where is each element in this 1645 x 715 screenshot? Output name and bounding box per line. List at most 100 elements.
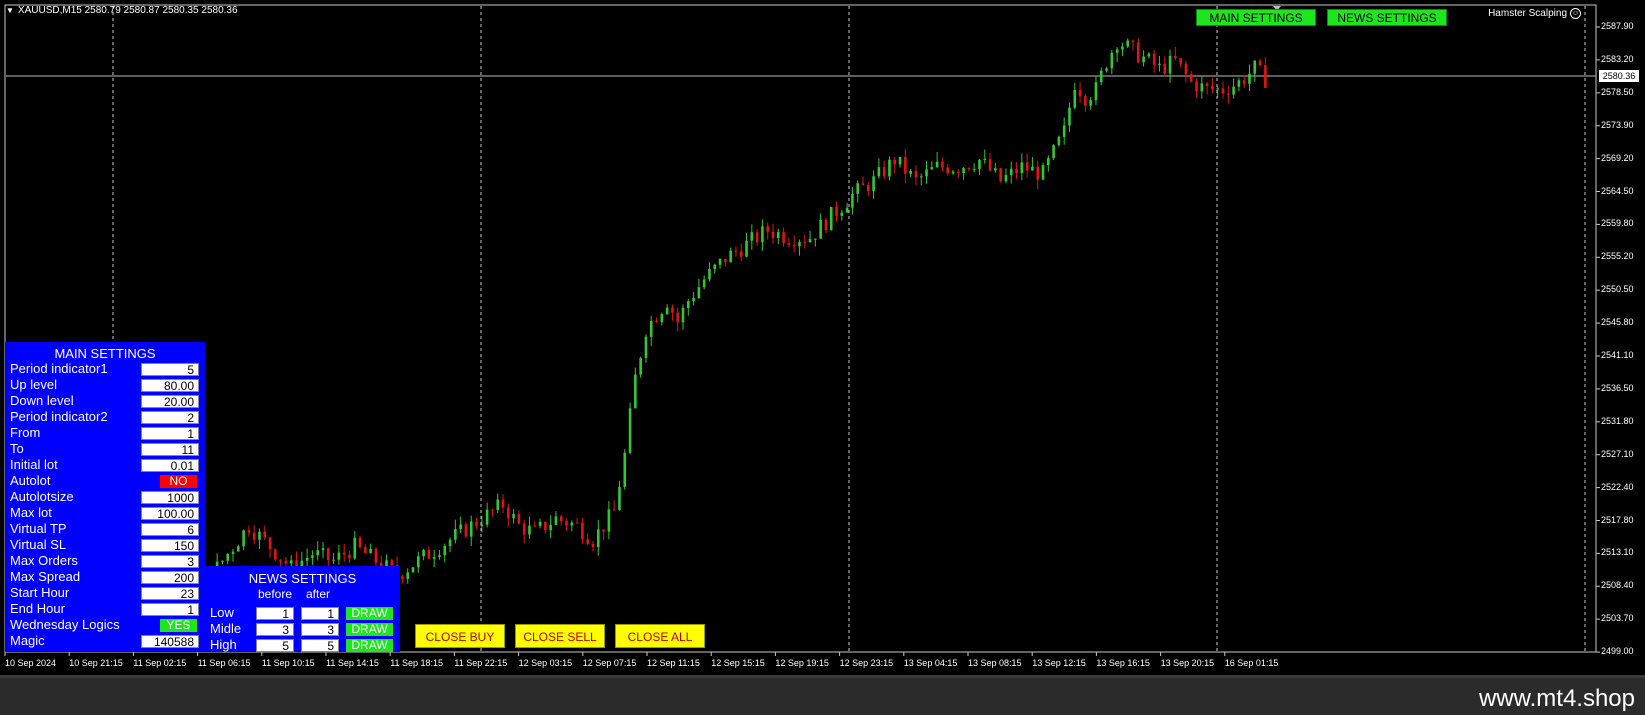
bull-candle xyxy=(221,560,224,562)
bear-candle xyxy=(342,552,346,555)
bear-candle xyxy=(348,554,351,559)
bull-candle xyxy=(808,239,812,242)
indicator-settings-icon[interactable]: ☺ xyxy=(1570,8,1581,19)
bull-candle xyxy=(962,168,965,174)
bull-candle xyxy=(702,279,706,288)
bear-candle xyxy=(602,529,605,532)
bear-candle xyxy=(1242,80,1246,84)
bear-candle xyxy=(581,522,584,540)
setting-value-input[interactable]: 6 xyxy=(141,523,199,537)
bull-candle xyxy=(1248,73,1251,84)
news-col-before-header: before xyxy=(258,587,293,601)
news-before-input[interactable]: 1 xyxy=(256,607,294,621)
price-tick-label: 2499.00 xyxy=(1601,646,1634,657)
setting-value-input[interactable]: 80.00 xyxy=(141,379,199,393)
bear-candle xyxy=(374,548,378,563)
news-before-input[interactable]: 3 xyxy=(256,623,294,637)
setting-value-input[interactable]: 5 xyxy=(141,363,199,377)
setting-value-input[interactable]: 1 xyxy=(141,603,199,617)
main-settings-title: MAIN SETTINGS xyxy=(54,346,156,361)
chart-menu-triangle-icon[interactable]: ▼ xyxy=(6,6,14,15)
bull-candle xyxy=(512,514,515,519)
time-tick-label: 11 Sep 02:15 xyxy=(133,658,187,668)
news-draw-button[interactable]: DRAW xyxy=(346,607,393,620)
news-col-after-header: after xyxy=(306,587,331,601)
close-all-button[interactable]: CLOSE ALL xyxy=(615,624,705,648)
bear-candle xyxy=(1078,89,1082,97)
bear-candle xyxy=(1179,58,1182,64)
setting-value-input[interactable]: 140588 xyxy=(141,635,199,649)
setting-label: Start Hour xyxy=(10,585,70,600)
time-tick-label: 11 Sep 10:15 xyxy=(261,658,315,668)
bull-candle xyxy=(829,207,833,231)
bull-candle xyxy=(856,183,860,194)
setting-value-input[interactable]: 0.01 xyxy=(141,459,199,473)
bull-candle xyxy=(332,559,335,561)
bull-candle xyxy=(311,555,314,558)
news-settings-button[interactable]: NEWS SETTINGS xyxy=(1327,9,1447,26)
bear-candle xyxy=(861,183,865,185)
setting-value-input[interactable]: 1000 xyxy=(141,491,199,505)
close-buy-button[interactable]: CLOSE BUY xyxy=(415,624,505,648)
setting-value-input[interactable]: 2 xyxy=(141,411,199,425)
news-after-input[interactable]: 3 xyxy=(301,623,339,637)
bull-candle xyxy=(628,408,632,453)
wednesday-logics-toggle[interactable]: YES xyxy=(160,619,197,632)
price-tick-label: 2587.90 xyxy=(1601,21,1634,31)
bull-candle xyxy=(930,167,934,170)
bull-candle xyxy=(1142,56,1145,63)
bull-candle xyxy=(983,158,987,160)
footer-bar: www.mt4.shop xyxy=(0,675,1645,715)
bull-candle xyxy=(729,250,732,263)
price-tick-label: 2508.40 xyxy=(1601,580,1634,591)
bull-candle xyxy=(1089,100,1092,106)
price-tick-label: 2559.80 xyxy=(1601,218,1634,229)
setting-value-input[interactable]: 23 xyxy=(141,587,199,601)
setting-value-input[interactable]: 1 xyxy=(141,427,199,441)
news-before-input[interactable]: 5 xyxy=(256,639,294,653)
bull-candle xyxy=(898,156,902,165)
bull-candle xyxy=(570,522,574,526)
time-tick-label: 12 Sep 11:15 xyxy=(647,658,700,668)
news-after-input[interactable]: 1 xyxy=(301,607,339,621)
setting-label: Max lot xyxy=(10,505,52,520)
bull-candle xyxy=(321,548,325,551)
bear-candle xyxy=(771,231,775,239)
bear-candle xyxy=(824,219,828,231)
bear-candle xyxy=(575,522,579,524)
bear-candle xyxy=(279,559,282,561)
bear-candle xyxy=(491,509,494,511)
bull-candle xyxy=(1052,145,1055,159)
setting-label: Virtual TP xyxy=(10,521,67,536)
price-tick-label: 2513.10 xyxy=(1601,547,1634,558)
close-sell-button[interactable]: CLOSE SELL xyxy=(515,624,605,648)
main-settings-panel: MAIN SETTINGS Period indicator1 5 Up level… xyxy=(5,342,205,652)
bull-candle xyxy=(851,193,854,208)
bull-candle xyxy=(432,556,436,559)
setting-label: Autolotsize xyxy=(10,489,74,504)
news-draw-button[interactable]: DRAW xyxy=(346,639,393,652)
price-chart[interactable]: ▼ XAUUSD,M15 2580.79 2580.87 2580.35 2580… xyxy=(0,0,1645,675)
setting-value-input[interactable]: 3 xyxy=(141,555,199,569)
news-draw-button[interactable]: DRAW xyxy=(346,623,393,636)
setting-value-input[interactable]: 100.00 xyxy=(141,507,199,521)
setting-value-input[interactable]: 20.00 xyxy=(141,395,199,409)
bull-candle xyxy=(1009,168,1013,175)
chart-frame xyxy=(4,4,1597,653)
bull-candle xyxy=(416,556,420,568)
price-tick-label: 2503.70 xyxy=(1601,613,1634,624)
bull-candle xyxy=(596,529,600,548)
bear-candle xyxy=(1152,53,1156,65)
setting-value-input[interactable]: 11 xyxy=(141,443,199,457)
news-impact-label: High xyxy=(210,637,237,652)
setting-value-input[interactable]: 150 xyxy=(141,539,199,553)
time-tick-label: 13 Sep 04:15 xyxy=(903,658,958,668)
time-tick-label: 10 Sep 21:15 xyxy=(69,658,123,668)
news-after-input[interactable]: 5 xyxy=(301,639,339,653)
bull-candle xyxy=(634,374,637,409)
setting-value-input[interactable]: 200 xyxy=(141,571,199,585)
autolot-toggle[interactable]: NO xyxy=(160,475,197,488)
bull-candle xyxy=(1046,158,1050,166)
main-settings-button[interactable]: MAIN SETTINGS xyxy=(1196,9,1316,26)
bear-candle xyxy=(274,549,277,560)
